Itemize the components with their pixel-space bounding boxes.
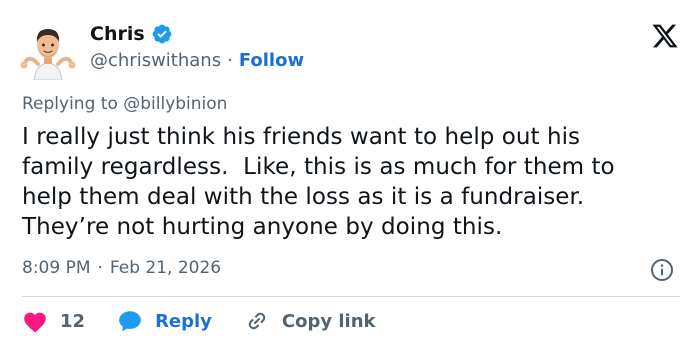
copy-link-button[interactable]: Copy link [244, 309, 376, 333]
separator-dot: · [227, 49, 233, 71]
like-button[interactable]: 12 [22, 309, 85, 333]
follow-button[interactable]: Follow [239, 50, 304, 71]
copy-link-label: Copy link [281, 310, 376, 332]
tweet-card: Chris @chriswithans · Follow Replying to… [0, 0, 700, 348]
reply-button[interactable]: Reply [117, 309, 212, 333]
tweet-text-line: They’re not hurting anyone by doing this… [22, 214, 503, 240]
action-bar: 12 Reply Copy link [22, 306, 376, 336]
tweet-text-line: help them deal with the loss as it is a … [22, 184, 585, 210]
tweet-text-line: family regardless. Like, this is as much… [22, 154, 615, 180]
separator-dot: · [97, 258, 103, 278]
tweet-text-line: I really just think his friends want to … [22, 124, 581, 150]
author-name[interactable]: Chris [90, 23, 145, 45]
tweet-time: 8:09 PM [22, 258, 91, 278]
reply-context-prefix: Replying to [22, 94, 118, 114]
author-name-row: Chris [90, 20, 173, 48]
like-count: 12 [60, 310, 86, 332]
author-handle[interactable]: @chriswithans [90, 50, 221, 71]
x-logo-icon[interactable] [650, 22, 680, 50]
reply-mention-link[interactable]: @billybinion [123, 94, 227, 114]
divider [22, 296, 680, 297]
tweet-text: I really just think his friends want to … [22, 122, 692, 242]
tweet-timestamp[interactable]: 8:09 PM · Feb 21, 2026 [22, 258, 221, 278]
author-handle-row: @chriswithans · Follow [90, 48, 304, 72]
info-icon[interactable] [650, 258, 674, 282]
reply-label: Reply [155, 310, 212, 332]
speech-bubble-icon [119, 311, 141, 332]
heart-icon [24, 312, 46, 333]
link-icon [248, 312, 266, 330]
verified-badge-icon [152, 24, 172, 44]
avatar[interactable] [18, 20, 78, 80]
tweet-date: Feb 21, 2026 [109, 258, 222, 278]
reply-context: Replying to @billybinion [22, 94, 227, 114]
